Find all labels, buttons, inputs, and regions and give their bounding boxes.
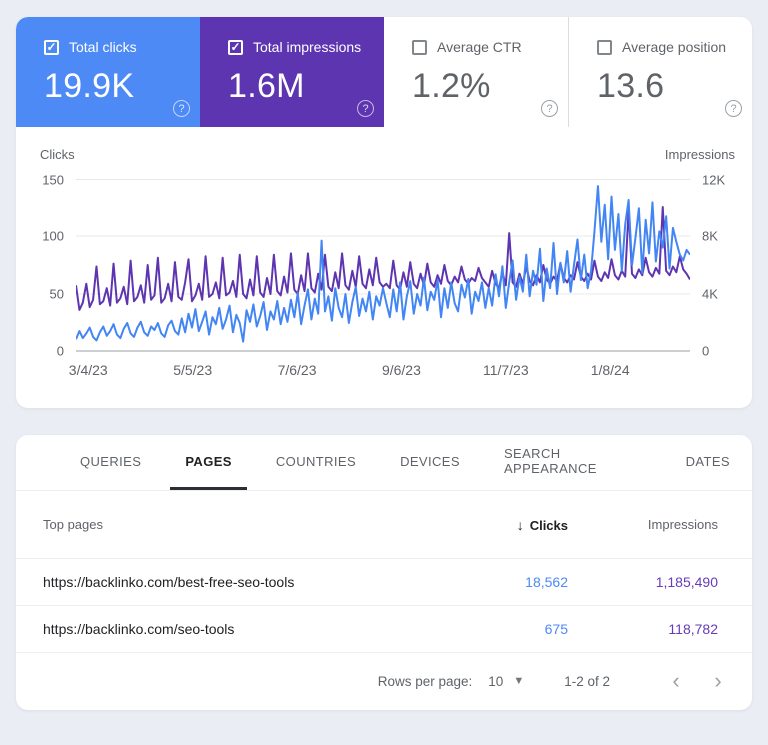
impressions-value: 1,185,490 [655, 574, 718, 590]
left-axis-title: Clicks [40, 147, 75, 162]
total-clicks-label: Total clicks [69, 39, 137, 55]
y-axis-tick: 0 [56, 343, 64, 359]
x-axis: 3/4/23 5/5/23 7/6/23 9/6/23 11/7/23 1/8/… [69, 362, 690, 382]
average-ctr-card[interactable]: Average CTR 1.2% ? [384, 17, 568, 127]
clicks-value: 18,562 [525, 574, 568, 590]
sort-desc-icon: ↓ [516, 516, 524, 533]
rows-per-page-label: Rows per page: [377, 673, 473, 689]
impressions-value: 118,782 [668, 621, 718, 637]
top-pages-column-header: Top pages [43, 517, 103, 532]
x-axis-tick: 5/5/23 [173, 362, 213, 378]
clicks-column-header[interactable]: ↓ Clicks [418, 517, 568, 533]
line-chart-svg [76, 179, 690, 352]
dimensions-panel: QUERIES PAGES COUNTRIES DEVICES SEARCH A… [16, 435, 752, 710]
table-row[interactable]: https://backlinko.com/seo-tools 675 118,… [16, 605, 752, 652]
table-pagination: Rows per page: 10 ▼ 1-2 of 2 ‹ › [16, 652, 752, 709]
pagination-range: 1-2 of 2 [564, 673, 610, 689]
x-axis-tick: 7/6/23 [277, 362, 317, 378]
total-impressions-label: Total impressions [253, 39, 362, 55]
clicks-line-series [76, 186, 690, 342]
tab-pages[interactable]: PAGES [170, 435, 247, 490]
average-position-card[interactable]: Average position 13.6 ? [568, 17, 752, 127]
page-url-link[interactable]: https://backlinko.com/seo-tools [43, 621, 418, 637]
checkbox-checked-icon[interactable]: ✓ [228, 39, 243, 55]
performance-chart: Clicks Impressions 150 100 50 0 12K 8K 4… [16, 127, 752, 382]
x-axis-tick: 3/4/23 [68, 362, 108, 378]
next-page-button[interactable]: › [704, 667, 732, 695]
tab-search-appearance[interactable]: SEARCH APPEARANCE [489, 435, 657, 490]
average-position-label: Average position [622, 39, 727, 55]
tab-dates[interactable]: DATES [671, 435, 745, 490]
rows-per-page-value: 10 [488, 673, 504, 689]
previous-page-button[interactable]: ‹ [662, 667, 690, 695]
help-icon[interactable]: ? [357, 100, 374, 117]
x-axis-tick: 9/6/23 [381, 362, 421, 378]
x-axis-tick: 11/7/23 [482, 362, 529, 378]
total-impressions-card[interactable]: ✓ Total impressions 1.6M ? [200, 17, 384, 127]
tab-countries[interactable]: COUNTRIES [261, 435, 371, 490]
help-icon[interactable]: ? [173, 100, 190, 117]
tab-queries[interactable]: QUERIES [65, 435, 156, 490]
y-axis-tick: 100 [42, 228, 64, 244]
help-icon[interactable]: ? [541, 100, 558, 117]
impressions-column-header[interactable]: Impressions [568, 517, 718, 532]
dimension-tabs: QUERIES PAGES COUNTRIES DEVICES SEARCH A… [16, 435, 752, 491]
average-ctr-label: Average CTR [437, 39, 522, 55]
left-y-axis: 150 100 50 0 [16, 173, 76, 359]
y-axis-tick: 0 [702, 343, 710, 359]
y-axis-tick: 4K [702, 286, 718, 302]
y-axis-tick: 12K [702, 172, 726, 188]
dropdown-arrow-icon: ▼ [513, 675, 525, 687]
table-header-row: Top pages ↓ Clicks Impressions [16, 491, 752, 558]
tab-devices[interactable]: DEVICES [385, 435, 475, 490]
y-axis-tick: 150 [42, 172, 64, 188]
total-clicks-card[interactable]: ✓ Total clicks 19.9K ? [16, 17, 200, 127]
x-axis-tick: 1/8/24 [590, 362, 630, 378]
page-url-link[interactable]: https://backlinko.com/best-free-seo-tool… [43, 574, 418, 590]
checkbox-unchecked-icon[interactable] [597, 39, 612, 55]
right-axis-title: Impressions [664, 147, 735, 162]
rows-per-page-select[interactable]: 10 ▼ [488, 674, 524, 689]
performance-panel: ✓ Total clicks 19.9K ? ✓ Total impressio… [16, 17, 752, 408]
y-axis-tick: 8K [702, 228, 718, 244]
checkbox-unchecked-icon[interactable] [412, 39, 427, 55]
chart-plot-area [76, 178, 690, 352]
checkbox-checked-icon[interactable]: ✓ [44, 39, 59, 55]
table-row[interactable]: https://backlinko.com/best-free-seo-tool… [16, 558, 752, 605]
y-axis-tick: 50 [49, 286, 64, 302]
clicks-value: 675 [544, 621, 568, 637]
summary-cards-row: ✓ Total clicks 19.9K ? ✓ Total impressio… [16, 17, 752, 127]
right-y-axis: 12K 8K 4K 0 [690, 173, 752, 359]
help-icon[interactable]: ? [725, 100, 742, 117]
